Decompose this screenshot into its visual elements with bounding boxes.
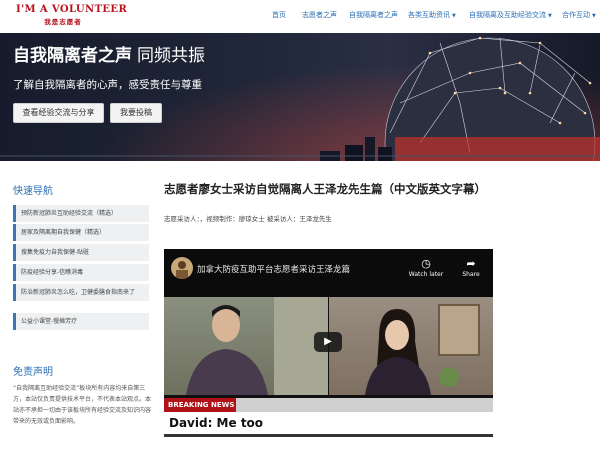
interviewee-video-frame (164, 297, 328, 395)
nav-item-isolation-voice[interactable]: 自我隔离者之声 (349, 10, 398, 20)
nav-item-mutual-aid-info[interactable]: 各类互助资讯 ▼ (408, 10, 456, 20)
quick-nav-title: 快速导航 (13, 186, 53, 197)
sidebar-item[interactable]: 防治新冠肺炎怎么吃，卫健委膳食指南来了 (13, 284, 149, 301)
interviewer-video-frame (329, 297, 493, 395)
sidebar-item[interactable]: 搜集免疫力自我保健-贴赃 (13, 244, 149, 261)
hero-title-main: 自我隔离者之声 (13, 46, 132, 66)
nav-label: 志愿者之声 (302, 11, 337, 19)
hero-banner: 自我隔离者之声 同频共振 了解自我隔离者的心声，感受责任与尊重 查看经验交流与分享… (0, 33, 600, 161)
disclaimer-title: 免责声明 (13, 367, 53, 378)
article-meta: 志愿采访人：，视频制作：廖琼女士 被采访人：王泽龙先生 (164, 215, 332, 223)
channel-avatar[interactable] (171, 257, 193, 279)
interviewee-image (186, 297, 328, 395)
nav-item-volunteer-voice[interactable]: 志愿者之声 (302, 10, 337, 20)
logo-english-text: I'M A VOLUNTEER (16, 4, 128, 15)
share-button[interactable]: ➦ Share (451, 257, 491, 278)
hero-title: 自我隔离者之声 同频共振 (13, 41, 205, 66)
nav-item-home[interactable]: 首页 (272, 10, 286, 20)
sidebar-item[interactable]: 防疫经验分享-信瞧消毒 (13, 264, 149, 281)
site-logo[interactable]: I'M A VOLUNTEER 我是志愿者 (16, 4, 128, 26)
breaking-news-label: BREAKING NEWS (164, 398, 236, 412)
chevron-down-icon: ▼ (548, 13, 552, 19)
play-button[interactable]: ▶ (314, 332, 342, 352)
sidebar-item[interactable]: 公益小课堂-慢摊芳疗 (13, 313, 149, 330)
video-caption: David: Me too (164, 412, 493, 434)
play-icon: ▶ (324, 336, 332, 347)
nav-label: 合作互动 (562, 11, 590, 19)
nav-label: 自我隔离及互助经验交流 (469, 11, 546, 19)
share-label: Share (462, 271, 480, 278)
nav-item-experience-exchange[interactable]: 自我隔离及互助经验交流 ▼ (469, 10, 552, 20)
watch-later-label: Watch later (408, 271, 444, 278)
breaking-news-bar (236, 398, 493, 412)
hero-title-sub: 同频共振 (137, 46, 205, 66)
logo-chinese-text: 我是志愿者 (44, 18, 82, 26)
video-progress-bar[interactable] (164, 434, 493, 437)
interviewer-image (365, 304, 480, 395)
nav-label: 首页 (272, 11, 286, 19)
chevron-down-icon: ▼ (452, 13, 456, 19)
sidebar-quick-nav: 快速导航 (13, 182, 149, 201)
nav-label: 各类互助资讯 (408, 11, 450, 19)
disclaimer-text: “自我隔离互助经验交流”板块所有内容均来自第三方，本站仅负责提供技术平台，不代表… (13, 385, 152, 425)
video-header: 加拿大防疫互助平台志愿者采访王泽龙篇 ◷ Watch later ➦ Share (164, 249, 493, 297)
sidebar-item[interactable]: 居家及隔离期自我保健（精选） (13, 224, 149, 241)
video-player[interactable]: 加拿大防疫互助平台志愿者采访王泽龙篇 ◷ Watch later ➦ Share ▶… (164, 249, 493, 437)
submit-article-button[interactable]: 我要投稿 (110, 103, 162, 123)
video-title[interactable]: 加拿大防疫互助平台志愿者采访王泽龙篇 (197, 263, 350, 275)
nav-label: 自我隔离者之声 (349, 11, 398, 19)
clock-icon: ◷ (421, 257, 431, 270)
share-icon: ➦ (466, 257, 476, 270)
chevron-down-icon: ▼ (592, 13, 596, 19)
hero-description: 了解自我隔离者的心声，感受责任与尊重 (13, 79, 202, 91)
view-experience-button[interactable]: 查看经验交流与分享 (13, 103, 104, 123)
person-icon (176, 261, 188, 279)
article-title: 志愿者廖女士采访自觉隔离人王泽龙先生篇（中文版英文字幕） (164, 182, 486, 196)
watch-later-button[interactable]: ◷ Watch later (406, 257, 446, 278)
sidebar-item[interactable]: 预防新冠肺炎互助经验交流（精选） (13, 205, 149, 222)
nav-item-cooperation[interactable]: 合作互动 ▼ (562, 10, 596, 20)
top-navigation-bar: I'M A VOLUNTEER 我是志愿者 首页 志愿者之声 自我隔离者之声 各… (0, 0, 600, 33)
